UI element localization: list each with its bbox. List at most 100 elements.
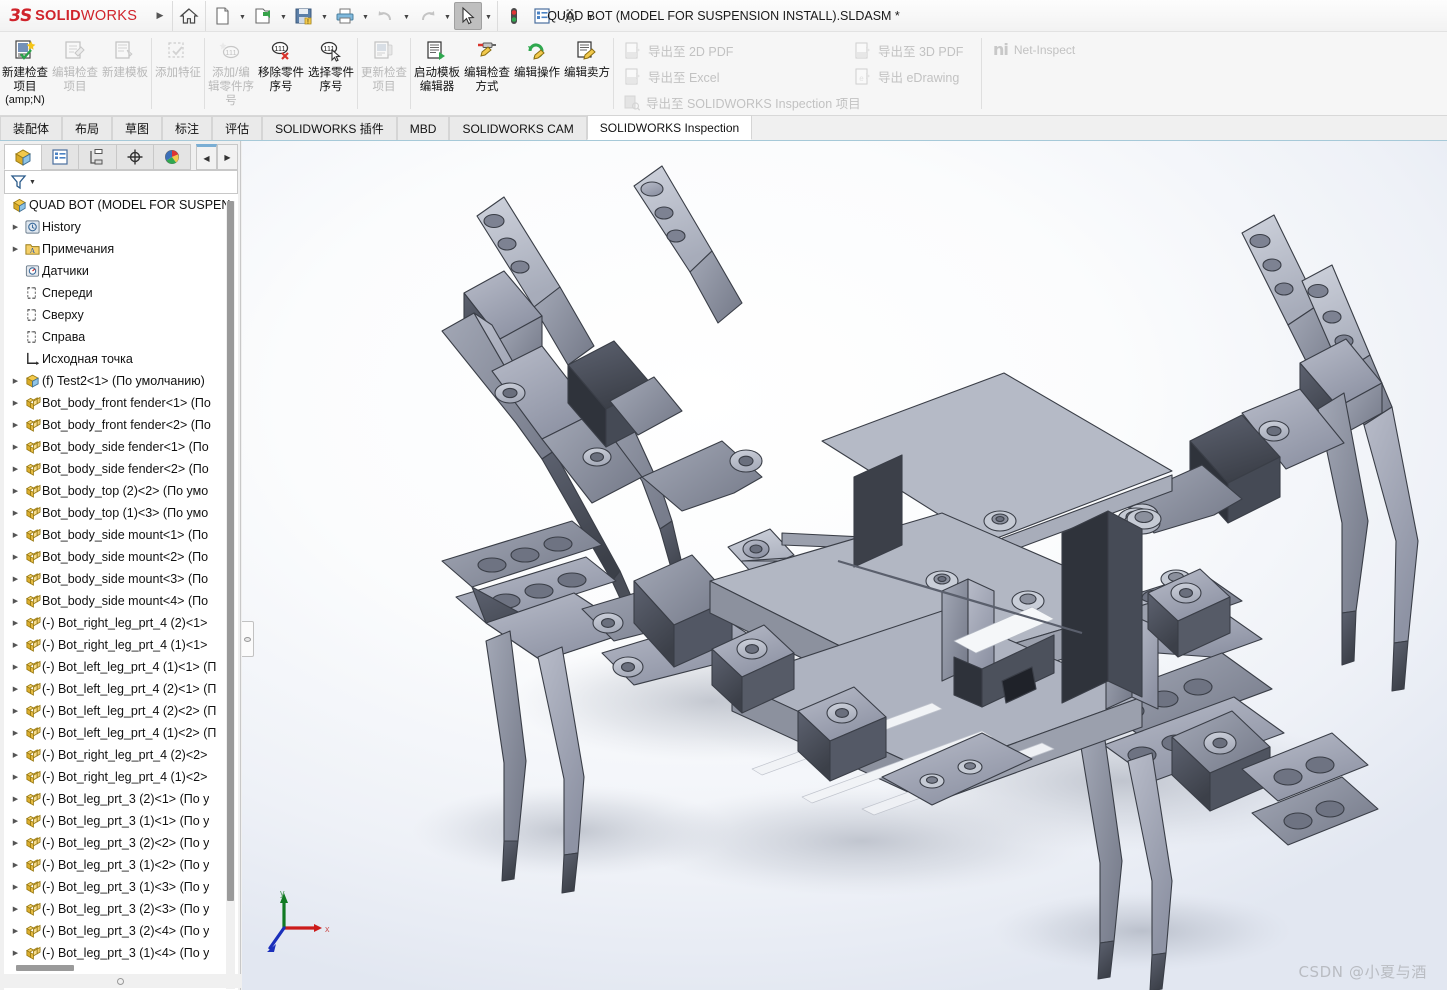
ribbon-launch-template-editor[interactable]: 启动模板编辑器	[412, 32, 462, 115]
dimxpert-manager-tab[interactable]	[115, 144, 154, 170]
tree-item[interactable]: ▶ Bot_body_front fender<2> (По	[4, 414, 238, 436]
tree-item[interactable]: ▶ (-) Bot_right_leg_prt_4 (2)<2>	[4, 744, 238, 766]
apply-scene-icon[interactable]	[1142, 141, 1168, 144]
new-document-button[interactable]	[208, 2, 236, 30]
feature-tree-filter[interactable]: ▼	[4, 170, 238, 194]
display-pane-dropdown-icon[interactable]: ▼	[1216, 141, 1227, 144]
print-dropdown-icon[interactable]: ▼	[359, 2, 372, 30]
tree-item[interactable]: ▶ Bot_body_side fender<2> (По	[4, 458, 238, 480]
tree-item[interactable]: Справа	[4, 326, 238, 348]
display-style-icon[interactable]	[1025, 141, 1051, 144]
menu-expand-arrow-icon[interactable]: ▶	[150, 0, 170, 31]
edit-appearance-icon[interactable]	[1103, 141, 1129, 144]
tree-item[interactable]: ▶ (-) Bot_right_leg_prt_4 (1)<2>	[4, 766, 238, 788]
save-button[interactable]: !	[290, 2, 318, 30]
expand-arrow-icon[interactable]: ▶	[8, 421, 23, 429]
ribbon-edit-inspection-method[interactable]: 编辑检查方式	[462, 32, 512, 115]
expand-arrow-icon[interactable]: ▶	[8, 927, 23, 935]
options-gear-button[interactable]	[556, 2, 584, 30]
tree-item[interactable]: ▶ (-) Bot_leg_prt_3 (2)<3> (По у	[4, 898, 238, 920]
expand-arrow-icon[interactable]: ▶	[8, 245, 23, 253]
undo-dropdown-icon[interactable]: ▼	[400, 2, 413, 30]
tree-item[interactable]: ▶ Bot_body_side mount<1> (По	[4, 524, 238, 546]
expand-arrow-icon[interactable]: ▶	[8, 795, 23, 803]
tab-solidworks-addins[interactable]: SOLIDWORKS 插件	[262, 116, 397, 140]
redo-button[interactable]	[413, 2, 441, 30]
tree-item[interactable]: ▶ Bot_body_top (1)<3> (По умо	[4, 502, 238, 524]
feature-tree[interactable]: QUAD BOT (MODEL FOR SUSPEN ▶ History ▶ A При…	[4, 194, 238, 990]
tree-tab-scroll-prev[interactable]: ◀	[195, 144, 217, 170]
tree-item[interactable]: ▶ (f) Test2<1> (По умолчанию)	[4, 370, 238, 392]
expand-arrow-icon[interactable]: ▶	[8, 509, 23, 517]
expand-arrow-icon[interactable]: ▶	[8, 773, 23, 781]
tree-item[interactable]: ▶ (-) Bot_left_leg_prt_4 (1)<1> (П	[4, 656, 238, 678]
expand-arrow-icon[interactable]: ▶	[8, 465, 23, 473]
tree-item[interactable]: ▶ (-) Bot_right_leg_prt_4 (1)<1>	[4, 634, 238, 656]
expand-arrow-icon[interactable]: ▶	[8, 707, 23, 715]
ribbon-edit-vendor[interactable]: 编辑卖方	[562, 32, 612, 115]
ribbon-select-balloon[interactable]: 111 选择零件序号	[306, 32, 356, 115]
feature-tree-horizontal-scrollbar[interactable]	[6, 964, 236, 972]
select-tool-dropdown-icon[interactable]: ▼	[482, 2, 495, 30]
tree-item[interactable]: ▶ (-) Bot_right_leg_prt_4 (2)<1>	[4, 612, 238, 634]
quad-bot-3d-model[interactable]	[242, 141, 1447, 990]
configuration-manager-tab[interactable]	[78, 144, 117, 170]
tree-item[interactable]: Сверху	[4, 304, 238, 326]
tree-tab-scroll-next[interactable]: ▶	[216, 144, 239, 170]
expand-arrow-icon[interactable]: ▶	[8, 619, 23, 627]
expand-arrow-icon[interactable]: ▶	[8, 575, 23, 583]
expand-arrow-icon[interactable]: ▶	[8, 685, 23, 693]
expand-arrow-icon[interactable]: ▶	[8, 553, 23, 561]
tree-item[interactable]: ▶ (-) Bot_leg_prt_3 (2)<4> (По у	[4, 920, 238, 942]
tree-item[interactable]: ▶ (-) Bot_left_leg_prt_4 (1)<2> (П	[4, 722, 238, 744]
print-button[interactable]	[331, 2, 359, 30]
display-style-dropdown-icon[interactable]: ▼	[1052, 141, 1063, 144]
tree-item[interactable]: ▶ (-) Bot_leg_prt_3 (1)<4> (По у	[4, 942, 238, 964]
ribbon-edit-operation[interactable]: 编辑操作	[512, 32, 562, 115]
expand-arrow-icon[interactable]: ▶	[8, 377, 23, 385]
tree-item[interactable]: ▶ Bot_body_side mount<4> (По	[4, 590, 238, 612]
tree-item[interactable]: ▶ History	[4, 216, 238, 238]
previous-view-icon[interactable]	[944, 141, 970, 144]
ribbon-remove-balloon[interactable]: 111 移除零件序号	[256, 32, 306, 115]
expand-arrow-icon[interactable]: ▶	[8, 531, 23, 539]
scrollbar-thumb[interactable]	[227, 201, 234, 901]
panel-splitter-handle[interactable]	[242, 621, 254, 657]
edit-appearance-dropdown-icon[interactable]: ▼	[1130, 141, 1141, 144]
filter-dropdown-icon[interactable]: ▼	[29, 179, 36, 186]
display-manager-tab[interactable]	[152, 144, 191, 170]
tree-item[interactable]: Датчики	[4, 260, 238, 282]
expand-arrow-icon[interactable]: ▶	[8, 729, 23, 737]
open-document-button[interactable]	[249, 2, 277, 30]
tree-item[interactable]: Спереди	[4, 282, 238, 304]
tree-item[interactable]: ▶ (-) Bot_leg_prt_3 (2)<2> (По у	[4, 832, 238, 854]
tab-layout[interactable]: 布局	[62, 116, 113, 140]
tree-item[interactable]: ▶ Bot_body_top (2)<2> (По умо	[4, 480, 238, 502]
zoom-to-area-icon[interactable]	[917, 141, 943, 144]
tree-item[interactable]: ▶ A Примечания	[4, 238, 238, 260]
expand-arrow-icon[interactable]: ▶	[8, 663, 23, 671]
tree-item[interactable]: ▶ Bot_body_side fender<1> (По	[4, 436, 238, 458]
tab-annotation[interactable]: 标注	[162, 116, 213, 140]
tree-item[interactable]: ▶ (-) Bot_left_leg_prt_4 (2)<2> (П	[4, 700, 238, 722]
expand-arrow-icon[interactable]: ▶	[8, 443, 23, 451]
tree-item[interactable]: ▶ (-) Bot_left_leg_prt_4 (2)<1> (П	[4, 678, 238, 700]
expand-arrow-icon[interactable]: ▶	[8, 839, 23, 847]
expand-arrow-icon[interactable]: ▶	[8, 223, 23, 231]
options-dropdown-icon[interactable]: ▼	[584, 2, 597, 30]
expand-arrow-icon[interactable]: ▶	[8, 597, 23, 605]
view-orientation-icon[interactable]	[998, 141, 1024, 144]
ribbon-new-inspection-project[interactable]: 新建检查项目 (amp;N)	[0, 32, 50, 115]
apply-scene-dropdown-icon[interactable]: ▼	[1169, 141, 1180, 144]
tree-item[interactable]: Исходная точка	[4, 348, 238, 370]
section-view-icon[interactable]	[971, 141, 997, 144]
tree-item[interactable]: ▶ (-) Bot_leg_prt_3 (2)<1> (По у	[4, 788, 238, 810]
tree-item[interactable]: ▶ Bot_body_side mount<2> (По	[4, 546, 238, 568]
tab-evaluate[interactable]: 评估	[212, 116, 263, 140]
tab-solidworks-cam[interactable]: SOLIDWORKS CAM	[449, 116, 587, 140]
tab-solidworks-inspection[interactable]: SOLIDWORKS Inspection	[586, 115, 753, 140]
home-button[interactable]	[175, 2, 203, 30]
feature-manager-design-tree-tab[interactable]	[4, 144, 43, 170]
tab-sketch[interactable]: 草图	[112, 116, 163, 140]
expand-arrow-icon[interactable]: ▶	[8, 641, 23, 649]
